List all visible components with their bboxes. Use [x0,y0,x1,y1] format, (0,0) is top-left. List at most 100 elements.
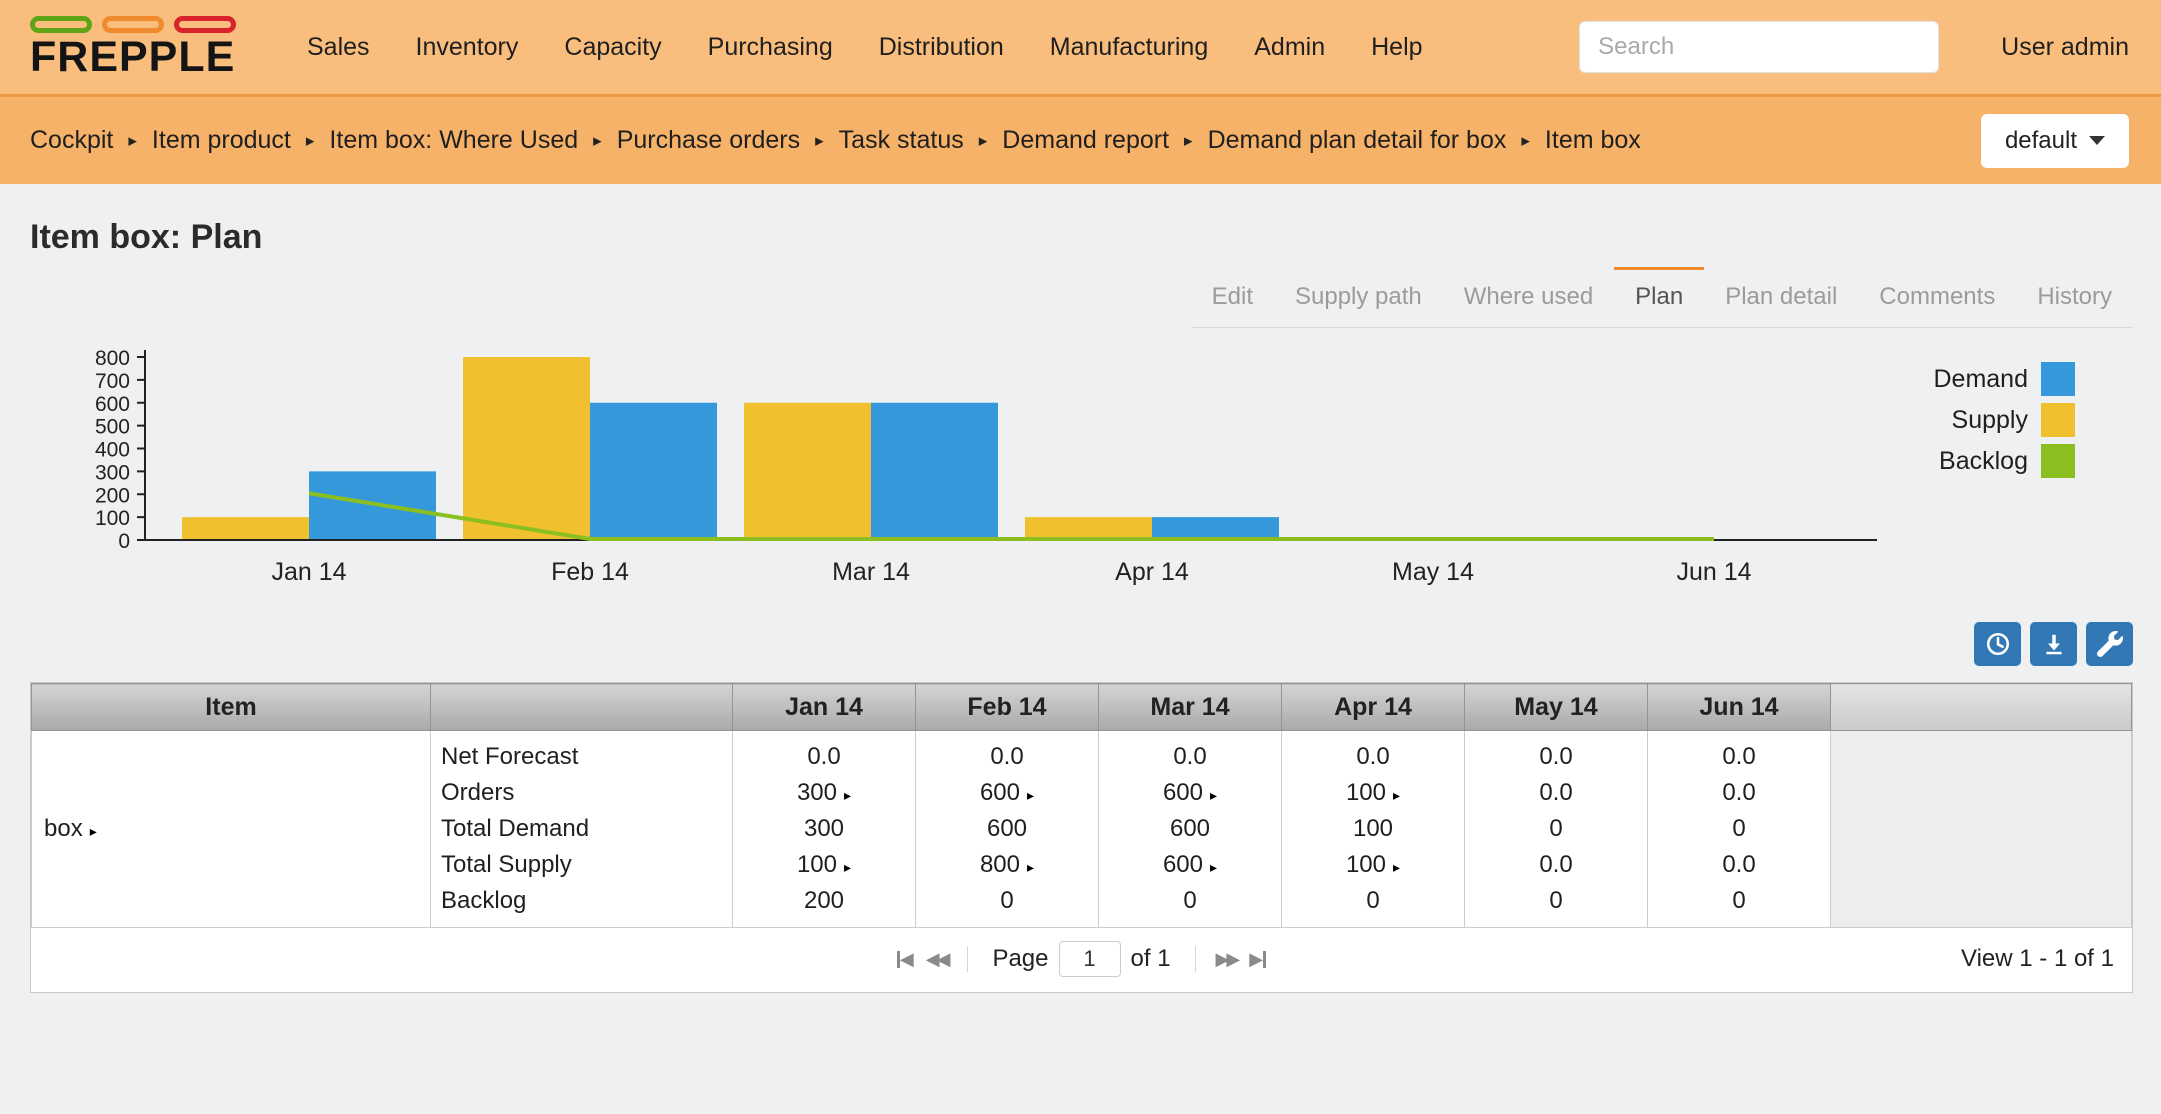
nav-item-inventory[interactable]: Inventory [393,19,542,76]
value-text: 200 [803,887,845,914]
view-selector-button[interactable]: default [1980,113,2129,168]
value-backlog-feb-14: 0 [916,883,1098,919]
value-text: 0.0 [1173,743,1207,770]
pager-first-button[interactable]: ◀ [891,949,920,970]
pager-separator [967,946,969,972]
svg-text:Mar 14: Mar 14 [832,558,910,586]
column-header-item[interactable]: Item [31,683,431,731]
nav-item-help[interactable]: Help [1348,19,1445,76]
value-orders-jan-14[interactable]: 300 ▸ [733,775,915,811]
clock-icon [1985,631,2011,657]
tabs-row: Edit Supply path Where used Plan Plan detail… [0,267,2161,328]
tabs: Edit Supply path Where used Plan Plan detail… [1190,267,2133,328]
page-title: Item box: Plan [30,218,263,256]
value-text: 0.0 [1722,743,1756,770]
tab-plan[interactable]: Plan [1614,267,1705,327]
value-orders-mar-14[interactable]: 600 ▸ [1099,775,1281,811]
tab-history[interactable]: History [2016,267,2133,327]
breadcrumb-item-purchase-orders[interactable]: Purchase orders [617,126,800,155]
values-cell-jun-14: 0.0 0.0 0 0.0 0 [1647,730,1831,928]
breadcrumb-item-item-product[interactable]: Item product [152,126,291,155]
nav-item-purchasing[interactable]: Purchasing [685,19,856,76]
page-number-input[interactable] [1058,941,1121,977]
value-backlog-mar-14: 0 [1099,883,1281,919]
breadcrumb-item-demand-plan-detail-for-box[interactable]: Demand plan detail for box [1208,126,1507,155]
value-text: 300 [796,779,837,806]
metric-label-net-forecast: Net Forecast [441,743,579,770]
pager-prev-button[interactable]: ◀◀ [920,949,954,970]
breadcrumb: Cockpit ▸ Item product ▸ Item box: Where Use… [30,126,1641,155]
value-drilldown-icon[interactable]: ▸ [1027,787,1034,803]
values-cell-mar-14: 0.0 600 ▸ 600 600 ▸ 0 [1098,730,1282,928]
wrench-icon [2096,631,2123,657]
value-text: 800 [979,851,1020,878]
search-input[interactable] [1579,21,1940,73]
logo-pill-green-icon [30,15,92,33]
value-total-supply-mar-14[interactable]: 600 ▸ [1099,847,1281,883]
legend-swatch-demand [2041,362,2075,396]
value-total-supply-jan-14[interactable]: 100 ▸ [733,847,915,883]
value-drilldown-icon[interactable]: ▸ [844,787,851,803]
value-drilldown-icon[interactable]: ▸ [844,859,851,875]
tab-where-used[interactable]: Where used [1443,267,1614,327]
plan-chart: 0100200300400500600700800 Jan 14 Feb 14 Mar… [95,347,1877,586]
pager-last-button[interactable]: ▶ [1243,949,1272,970]
tab-comments[interactable]: Comments [1858,267,2016,327]
value-text: 0 [1366,887,1380,914]
breadcrumb-item-demand-report[interactable]: Demand report [1002,126,1169,155]
nav-item-admin[interactable]: Admin [1231,19,1348,76]
chevron-down-icon [2089,136,2105,145]
column-header-jun-14: Jun 14 [1647,683,1831,731]
nav-item-capacity[interactable]: Capacity [541,19,684,76]
wrench-button[interactable] [2086,622,2133,666]
value-orders-feb-14[interactable]: 600 ▸ [916,775,1098,811]
item-drilldown-icon[interactable]: ▸ [90,823,97,839]
breadcrumb-item-task-status[interactable]: Task status [839,126,964,155]
metric-label-total-demand: Total Demand [441,815,590,842]
breadcrumb-separator-icon: ▸ [815,130,824,150]
tab-edit[interactable]: Edit [1191,267,1274,327]
value-drilldown-icon[interactable]: ▸ [1393,859,1400,875]
user-menu[interactable]: User admin [2001,33,2129,62]
value-drilldown-icon[interactable]: ▸ [1393,787,1400,803]
svg-text:Jan 14: Jan 14 [271,558,346,586]
value-text: 300 [803,815,845,842]
value-text: 0.0 [1356,743,1390,770]
frepple-logo[interactable]: FREPPLE [30,15,236,79]
value-text: 600 [1169,815,1211,842]
item-name[interactable]: box [44,815,83,842]
item-cell[interactable]: box ▸ [31,730,431,928]
value-text: 0 [1732,887,1746,914]
nav-menu: Sales Inventory Capacity Purchasing Distribu… [284,19,1446,76]
svg-text:300: 300 [95,461,130,484]
column-header-may-14: May 14 [1464,683,1648,731]
clock-button[interactable] [1974,622,2021,666]
pager-page-label: Page [992,945,1049,972]
nav-item-sales[interactable]: Sales [284,19,393,76]
legend-swatch-supply [2041,403,2075,437]
tab-supply-path[interactable]: Supply path [1274,267,1443,327]
svg-text:Feb 14: Feb 14 [551,558,629,586]
legend-row-demand: Demand [1934,362,2075,396]
pager-next-button[interactable]: ▶▶ [1210,949,1244,970]
value-total-supply-apr-14[interactable]: 100 ▸ [1282,847,1464,883]
grid-toolbar [0,622,2161,666]
nav-item-manufacturing[interactable]: Manufacturing [1027,19,1231,76]
tab-plan-detail[interactable]: Plan detail [1704,267,1858,327]
value-net-forecast-may-14: 0.0 [1465,739,1647,775]
value-drilldown-icon[interactable]: ▸ [1210,859,1217,875]
breadcrumb-item-item-box-where-used[interactable]: Item box: Where Used [329,126,578,155]
value-total-supply-feb-14[interactable]: 800 ▸ [916,847,1098,883]
value-orders-apr-14[interactable]: 100 ▸ [1282,775,1464,811]
view-summary: View 1 - 1 of 1 [1961,945,2114,972]
breadcrumb-item-item-box[interactable]: Item box [1545,126,1641,155]
chart-section: 0 100 200 300 400 500 600 700 800 Jan 14 Feb 14 Mar… [0,344,2161,594]
value-drilldown-icon[interactable]: ▸ [1210,787,1217,803]
value-drilldown-icon[interactable]: ▸ [1027,859,1034,875]
value-backlog-jun-14: 0 [1648,883,1830,919]
download-button[interactable] [2030,622,2077,666]
breadcrumb-item-cockpit[interactable]: Cockpit [30,126,113,155]
nav-item-distribution[interactable]: Distribution [856,19,1027,76]
breadcrumb-bar: Cockpit ▸ Item product ▸ Item box: Where Use… [0,97,2161,184]
value-total-demand-apr-14: 100 [1282,811,1464,847]
